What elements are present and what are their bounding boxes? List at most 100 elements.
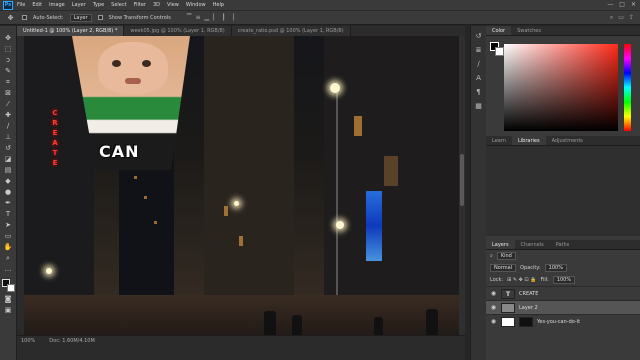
properties-icon[interactable]: ≣ — [474, 46, 483, 54]
blend-mode-dropdown[interactable]: Normal — [490, 264, 517, 272]
tab-untitled-1[interactable]: Untitled-1 @ 100% (Layer 2, RGB/8) * — [17, 26, 125, 36]
tab-swatches[interactable]: Swatches — [511, 26, 547, 35]
doc-size[interactable]: Doc: 1.60M/4.10M — [49, 338, 95, 358]
marquee-icon[interactable]: ⬚ — [3, 45, 14, 53]
minimize-button[interactable]: — — [607, 1, 613, 8]
dodge-icon[interactable]: ● — [3, 188, 14, 196]
sign-letter: A — [52, 139, 58, 147]
layer-row[interactable]: ◉ Yes-you-can-do-it — [486, 314, 640, 328]
menu-select[interactable]: Select — [111, 2, 126, 8]
gradient-icon[interactable]: ▤ — [3, 166, 14, 174]
eyedropper-icon[interactable]: ⁄ — [3, 100, 14, 108]
align-top-icon[interactable]: ▔ — [187, 14, 192, 21]
brush-settings-icon[interactable]: ∕ — [474, 60, 483, 68]
menu-help[interactable]: Help — [213, 2, 224, 8]
auto-select-checkbox[interactable] — [22, 15, 27, 20]
glyphs-icon[interactable]: ▦ — [474, 102, 483, 110]
fg-bg-swatch[interactable] — [490, 42, 504, 56]
city-photo[interactable]: C R E A T E CAN — [24, 36, 461, 335]
visibility-eye-icon[interactable]: ◉ — [490, 290, 497, 297]
layer-name[interactable]: Yes-you-can-do-it — [537, 319, 580, 325]
background-color-swatch[interactable] — [6, 284, 15, 292]
align-right-icon[interactable]: ▕ — [229, 14, 234, 21]
pen-icon[interactable]: ✒ — [3, 199, 14, 207]
tab-week05[interactable]: week05.jpg @ 100% (Layer 1, RGB/8) — [124, 26, 232, 36]
color-picker-field[interactable] — [504, 44, 618, 131]
filter-kind-dropdown[interactable]: Kind — [496, 252, 516, 260]
tab-adjustments[interactable]: Adjustments — [546, 136, 589, 145]
menu-edit[interactable]: Edit — [32, 2, 42, 8]
tab-color[interactable]: Color — [486, 26, 512, 35]
layer-row[interactable]: ◉ Layer 2 — [486, 300, 640, 314]
street-lamp — [336, 221, 344, 229]
layer-name[interactable]: CREATE — [519, 291, 538, 297]
hand-icon[interactable]: ✋ — [3, 243, 14, 251]
menu-image[interactable]: Image — [49, 2, 65, 8]
menu-window[interactable]: Window — [186, 2, 206, 8]
lasso-icon[interactable]: ↄ — [3, 56, 14, 64]
path-select-icon[interactable]: ➤ — [3, 221, 14, 229]
tab-channels[interactable]: Channels — [515, 240, 550, 249]
show-transform-checkbox[interactable] — [97, 15, 103, 20]
scroll-thumb[interactable] — [460, 154, 464, 206]
window-light — [134, 176, 137, 179]
shape-icon[interactable]: ▭ — [3, 232, 14, 240]
maximize-button[interactable]: □ — [619, 1, 625, 8]
canvas-area[interactable]: C R E A T E CAN — [17, 36, 465, 335]
align-middle-icon[interactable]: ≡ — [195, 14, 200, 21]
brush-icon[interactable]: ∕ — [3, 122, 14, 130]
history-brush-icon[interactable]: ↺ — [3, 144, 14, 152]
move-icon[interactable]: ✥ — [3, 34, 14, 42]
share-icon[interactable]: ⇪ — [629, 14, 634, 22]
tab-learn[interactable]: Learn — [486, 136, 512, 145]
auto-select-target-dropdown[interactable]: Layer — [69, 13, 92, 22]
layer-mask-thumb — [519, 316, 533, 327]
background-swatch[interactable] — [495, 47, 504, 56]
align-bottom-icon[interactable]: ▁ — [204, 14, 209, 21]
healing-icon[interactable]: ✚ — [3, 111, 14, 119]
fill-input[interactable]: 100% — [552, 276, 576, 284]
zoom-icon[interactable]: ⌕ — [3, 254, 14, 262]
history-icon[interactable]: ↺ — [474, 32, 483, 40]
tab-create-ratio[interactable]: create_ratio.psd @ 100% (Layer 1, RGB/8) — [231, 26, 351, 36]
visibility-eye-icon[interactable]: ◉ — [490, 318, 497, 325]
crop-icon[interactable]: ⌗ — [3, 78, 14, 86]
hue-slider[interactable] — [624, 44, 631, 131]
menu-3d[interactable]: 3D — [153, 2, 160, 8]
tab-libraries[interactable]: Libraries — [511, 136, 546, 145]
type-icon[interactable]: T — [3, 210, 14, 218]
vertical-scrollbar[interactable] — [459, 36, 465, 335]
menu-filter[interactable]: Filter — [134, 2, 146, 8]
eraser-icon[interactable]: ◪ — [3, 155, 14, 163]
opacity-input[interactable]: 100% — [544, 264, 567, 272]
blur-icon[interactable]: ◆ — [3, 177, 14, 185]
tab-layers[interactable]: Layers — [486, 240, 515, 249]
layer-name[interactable]: Layer 2 — [519, 305, 538, 311]
search-icon[interactable]: ⌕ — [610, 14, 613, 22]
paragraph-icon[interactable]: ¶ — [474, 88, 483, 96]
lock-icons[interactable]: ⊞ ✎ ✥ ⊡ 🔒 — [507, 277, 536, 283]
filter-search-icon[interactable]: ⌕ — [490, 253, 493, 259]
quick-mask-icon[interactable]: ◙ — [3, 295, 14, 303]
move-tool-icon[interactable]: ✥ — [5, 14, 16, 22]
menu-type[interactable]: Type — [93, 2, 104, 8]
more-tools-icon[interactable]: … — [3, 265, 14, 273]
menu-file[interactable]: File — [17, 2, 25, 8]
screen-mode-icon[interactable]: ▣ — [3, 306, 14, 314]
frame-icon[interactable]: ⊠ — [3, 89, 14, 97]
menu-layer[interactable]: Layer — [72, 2, 86, 8]
tab-paths[interactable]: Paths — [550, 240, 576, 249]
zoom-level[interactable]: 100% — [21, 338, 35, 358]
stamp-icon[interactable]: ⊥ — [3, 133, 14, 141]
align-center-icon[interactable]: ┃ — [222, 14, 226, 21]
libraries-content — [486, 146, 640, 236]
quick-select-icon[interactable]: ✎ — [3, 67, 14, 75]
workspace-icon[interactable]: ▭ — [618, 14, 624, 22]
layer-row[interactable]: ◉ T CREATE — [486, 286, 640, 300]
visibility-eye-icon[interactable]: ◉ — [490, 304, 497, 311]
color-swatches[interactable] — [1, 279, 15, 292]
menu-view[interactable]: View — [167, 2, 179, 8]
character-icon[interactable]: A — [474, 74, 483, 82]
align-left-icon[interactable]: ▏ — [213, 14, 218, 21]
close-button[interactable]: ✕ — [631, 1, 636, 8]
